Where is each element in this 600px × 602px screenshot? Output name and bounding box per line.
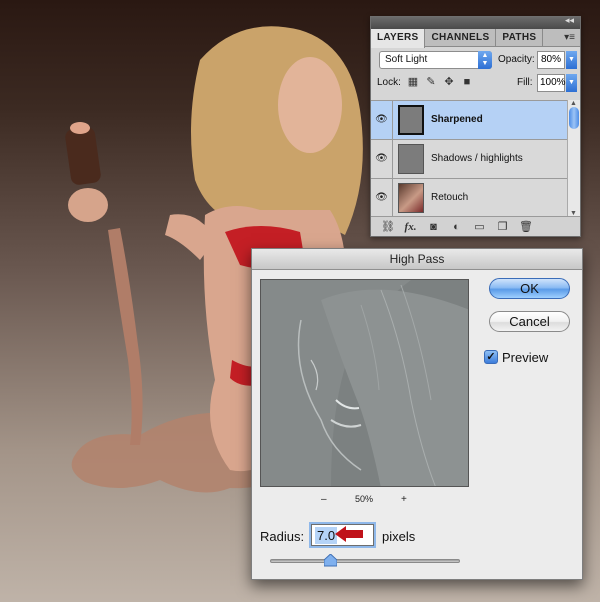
opacity-label: Opacity: — [498, 54, 535, 65]
tab-layers[interactable]: LAYERS — [371, 29, 426, 48]
tab-channels[interactable]: CHANNELS — [425, 29, 497, 47]
scroll-up-icon[interactable]: ▲ — [570, 100, 577, 107]
mask-icon[interactable]: ◙ — [427, 221, 440, 233]
preview-checkbox[interactable]: ✓ — [484, 350, 498, 364]
select-arrows-icon: ▲ ▼ — [478, 51, 492, 69]
lock-label: Lock: — [377, 77, 401, 88]
radius-label: Radius: — [260, 529, 305, 544]
new-layer-icon[interactable]: ❐ — [496, 220, 509, 233]
blend-row: Soft Light ▲ ▼ Opacity: 80% ▼ — [371, 47, 580, 72]
high-pass-dialog: High Pass – 50% + OK Cancel ✓ Preview Ra… — [251, 248, 583, 580]
layer-list: 👁 Sharpened 👁 Shadows / highlights 👁 Ret… — [371, 100, 580, 218]
layer-row-retouch[interactable]: 👁 Retouch — [371, 179, 567, 218]
layer-name: Retouch — [431, 192, 469, 203]
eye-icon[interactable]: 👁 — [371, 101, 393, 139]
layer-row-shadows-highlights[interactable]: 👁 Shadows / highlights — [371, 140, 567, 179]
zoom-out-button[interactable]: – — [321, 494, 327, 505]
zoom-level: 50% — [355, 494, 374, 504]
layers-toolbar: ⛓ fx. ◙ ◐ ▭ ❐ 🗑 — [371, 216, 580, 236]
layer-row-sharpened[interactable]: 👁 Sharpened — [371, 101, 567, 140]
scrollbar-thumb[interactable] — [569, 107, 579, 129]
panel-tabs: LAYERS CHANNELS PATHS ▾≡ — [371, 29, 580, 48]
fill-label: Fill: — [517, 77, 533, 88]
layer-name: Sharpened — [431, 114, 483, 125]
drip-stream — [108, 228, 143, 445]
radius-value: 7.0 — [315, 527, 338, 544]
zoom-controls: – 50% + — [260, 494, 469, 508]
filter-preview[interactable] — [260, 279, 469, 487]
layer-thumbnail — [398, 183, 424, 213]
panel-titlebar[interactable]: ◂◂ — [371, 15, 580, 29]
adjustment-icon[interactable]: ◐ — [450, 221, 463, 233]
ok-button[interactable]: OK — [489, 278, 570, 299]
layer-thumbnail — [398, 144, 424, 174]
lock-pixels-icon[interactable]: ✎ — [425, 76, 437, 88]
eye-icon[interactable]: 👁 — [371, 179, 393, 217]
link-icon[interactable]: ⛓ — [381, 220, 395, 233]
ice-cream-bar — [65, 127, 101, 185]
blend-mode-value: Soft Light — [385, 54, 428, 65]
face — [278, 57, 342, 153]
panel-menu-icon[interactable]: ▾≡ — [564, 32, 575, 43]
lock-row: Lock: ▦ ✎ ✥ ■ Fill: 100% ▼ — [371, 72, 580, 94]
zoom-in-button[interactable]: + — [401, 494, 407, 505]
layer-name: Shadows / highlights — [431, 153, 523, 164]
opacity-dropdown-icon[interactable]: ▼ — [566, 51, 577, 69]
eye-icon[interactable]: 👁 — [371, 140, 393, 178]
fx-icon[interactable]: fx. — [404, 221, 417, 233]
collapse-icon[interactable]: ◂◂ — [565, 15, 574, 26]
red-arrow-icon — [335, 526, 363, 542]
layers-scrollbar[interactable]: ▲ ▼ — [567, 100, 580, 217]
dialog-title[interactable]: High Pass — [252, 249, 582, 270]
tab-paths[interactable]: PATHS — [496, 29, 544, 47]
preview-label: Preview — [502, 350, 549, 365]
fill-dropdown-icon[interactable]: ▼ — [566, 74, 577, 92]
opacity-input[interactable]: 80% — [537, 51, 565, 69]
lock-position-icon[interactable]: ✥ — [443, 76, 455, 88]
lock-transparency-icon[interactable]: ▦ — [407, 76, 419, 88]
fill-input[interactable]: 100% — [537, 74, 566, 92]
layer-thumbnail — [398, 105, 424, 135]
lock-all-icon[interactable]: ■ — [461, 76, 473, 88]
cancel-button[interactable]: Cancel — [489, 311, 570, 332]
preview-image — [261, 280, 468, 486]
radius-unit-label: pixels — [382, 529, 416, 544]
radius-slider-track[interactable] — [270, 559, 460, 563]
group-icon[interactable]: ▭ — [473, 220, 486, 233]
hand — [68, 188, 108, 222]
blend-mode-select[interactable]: Soft Light ▲ ▼ — [379, 51, 492, 69]
trash-icon[interactable]: 🗑 — [519, 220, 533, 233]
radius-slider-thumb[interactable] — [324, 554, 337, 567]
hair — [191, 26, 363, 235]
layers-panel: ◂◂ LAYERS CHANNELS PATHS ▾≡ Soft Light ▲… — [370, 15, 581, 237]
